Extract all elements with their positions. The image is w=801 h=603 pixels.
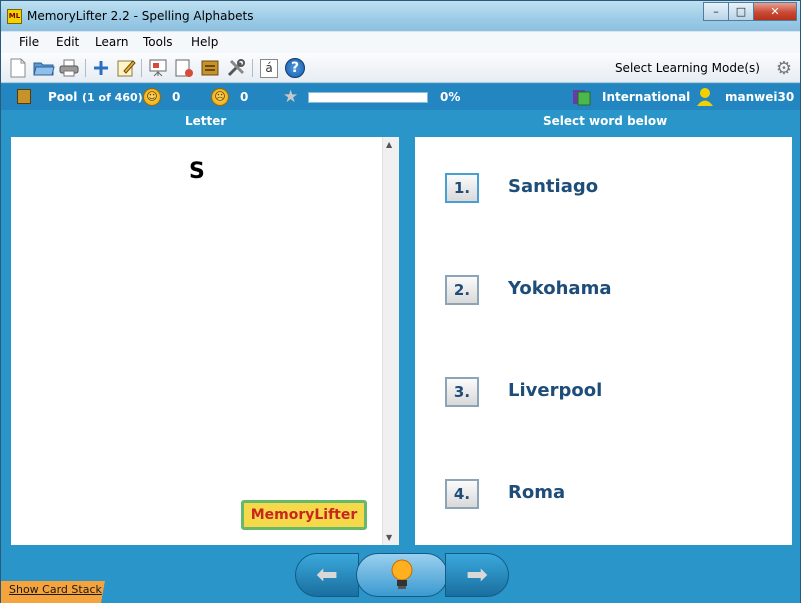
box-icon — [17, 89, 31, 104]
unknown-count: 0 — [240, 90, 249, 104]
question-scrollbar[interactable]: ▲ ▼ — [382, 137, 399, 545]
answer-number-button[interactable]: 2. — [445, 275, 479, 305]
window-title: MemoryLifter 2.2 - Spelling Alphabets — [27, 9, 254, 23]
scroll-up-icon[interactable]: ▲ — [386, 140, 392, 149]
close-button[interactable]: ✕ — [753, 2, 797, 21]
happy-face-icon: ☺ — [143, 88, 161, 106]
user-icon — [696, 87, 714, 107]
question-pane-header: Letter — [185, 114, 227, 128]
pool-count: (1 of 460) — [82, 91, 143, 104]
box-icon[interactable] — [199, 57, 221, 79]
app-icon: ML — [7, 9, 22, 24]
window-controls: – □ ✕ — [703, 2, 797, 21]
menu-learn[interactable]: Learn — [95, 35, 129, 49]
star-icon: ★ — [283, 87, 299, 107]
toolbar-separator — [85, 59, 86, 77]
new-file-icon[interactable] — [7, 57, 29, 79]
tools-icon[interactable] — [225, 57, 247, 79]
known-count: 0 — [172, 90, 181, 104]
card-stats-icon[interactable] — [173, 57, 195, 79]
toolbar: á ? Select Learning Mode(s) ⚙ — [1, 53, 800, 83]
open-folder-icon[interactable] — [33, 57, 55, 79]
answer-option[interactable]: 4. Roma — [415, 479, 792, 519]
answer-number-button[interactable]: 4. — [445, 479, 479, 509]
scroll-down-icon[interactable]: ▼ — [386, 533, 392, 542]
lightbulb-icon — [391, 559, 413, 589]
edit-card-icon[interactable] — [115, 57, 137, 79]
app-window: ML MemoryLifter 2.2 - Spelling Alphabets… — [0, 0, 801, 603]
menu-help[interactable]: Help — [191, 35, 218, 49]
answer-option[interactable]: 2. Yokohama — [415, 275, 792, 315]
dictionary-name[interactable]: International — [602, 90, 690, 104]
memorylifter-logo: MemoryLifter — [241, 500, 367, 530]
answer-option[interactable]: 1. Santiago — [415, 173, 792, 213]
arrow-left-icon: ⬅ — [316, 560, 338, 590]
add-card-icon[interactable] — [90, 57, 112, 79]
user-name: manwei30 — [725, 90, 795, 104]
progress-text: 0% — [440, 90, 461, 104]
question-text: S — [189, 159, 205, 184]
next-button[interactable]: ➡ — [445, 553, 509, 597]
answer-text[interactable]: Roma — [508, 482, 565, 503]
toolbar-separator — [141, 59, 142, 77]
presentation-icon[interactable] — [147, 57, 169, 79]
print-icon[interactable] — [58, 57, 80, 79]
answer-pane-header: Select word below — [543, 114, 668, 128]
hint-button[interactable] — [356, 553, 448, 597]
toolbar-separator — [252, 59, 253, 77]
menu-edit[interactable]: Edit — [56, 35, 79, 49]
answer-text[interactable]: Yokohama — [508, 278, 611, 299]
learning-mode-label[interactable]: Select Learning Mode(s) — [615, 61, 760, 75]
menu-file[interactable]: File — [19, 35, 39, 49]
sad-face-icon: ☹ — [211, 88, 229, 106]
title-bar: ML MemoryLifter 2.2 - Spelling Alphabets… — [1, 1, 800, 31]
previous-button[interactable]: ⬅ — [295, 553, 359, 597]
status-bar: Pool (1 of 460) ☺ 0 ☹ 0 ★ 0% Internation… — [1, 84, 800, 110]
menu-tools[interactable]: Tools — [143, 35, 173, 49]
answer-pane: 1. Santiago 2. Yokohama 3. Liverpool 4. … — [415, 137, 792, 545]
special-characters-icon[interactable]: á — [258, 57, 280, 79]
answer-text[interactable]: Liverpool — [508, 380, 602, 401]
show-card-stack-link[interactable]: Show Card Stack — [9, 583, 102, 596]
answer-text[interactable]: Santiago — [508, 176, 598, 197]
question-pane: S MemoryLifter ▲ ▼ — [11, 137, 399, 545]
dictionary-icon — [572, 88, 592, 106]
help-icon[interactable]: ? — [284, 57, 306, 79]
menu-bar: File Edit Learn Tools Help — [1, 31, 800, 53]
minimize-button[interactable]: – — [703, 2, 729, 21]
maximize-button[interactable]: □ — [728, 2, 754, 21]
arrow-right-icon: ➡ — [466, 560, 488, 590]
answer-number-button[interactable]: 1. — [445, 173, 479, 203]
gear-icon[interactable]: ⚙ — [776, 58, 792, 79]
progress-bar — [308, 92, 428, 103]
answer-number-button[interactable]: 3. — [445, 377, 479, 407]
answer-option[interactable]: 3. Liverpool — [415, 377, 792, 417]
pool-label: Pool — [48, 90, 78, 104]
